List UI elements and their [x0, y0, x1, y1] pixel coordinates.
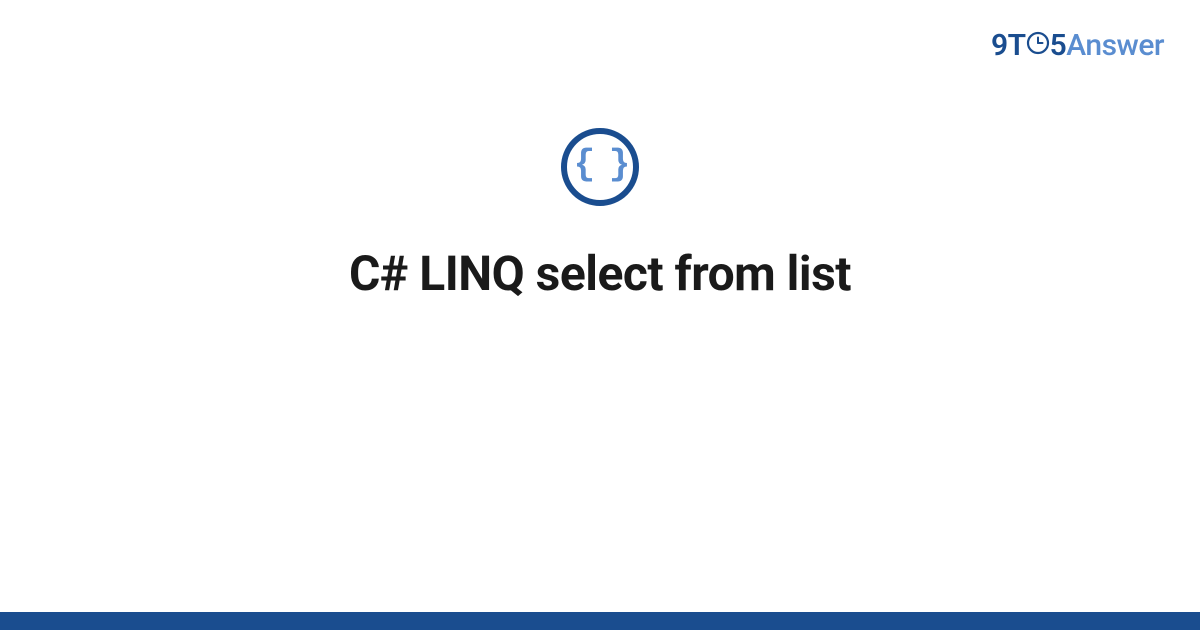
braces-icon: { } — [574, 147, 627, 183]
footer-bar — [0, 612, 1200, 630]
brand-answer: Answer — [1066, 28, 1164, 63]
brand-5: 5 — [1050, 28, 1067, 63]
clock-icon — [1026, 28, 1050, 63]
category-icon: { } — [561, 128, 639, 206]
icon-circle: { } — [561, 128, 639, 206]
brand-9t: 9T — [991, 28, 1026, 63]
brand-logo: 9T 5Answer — [991, 28, 1164, 65]
page-title: C# LINQ select from list — [0, 245, 1200, 302]
